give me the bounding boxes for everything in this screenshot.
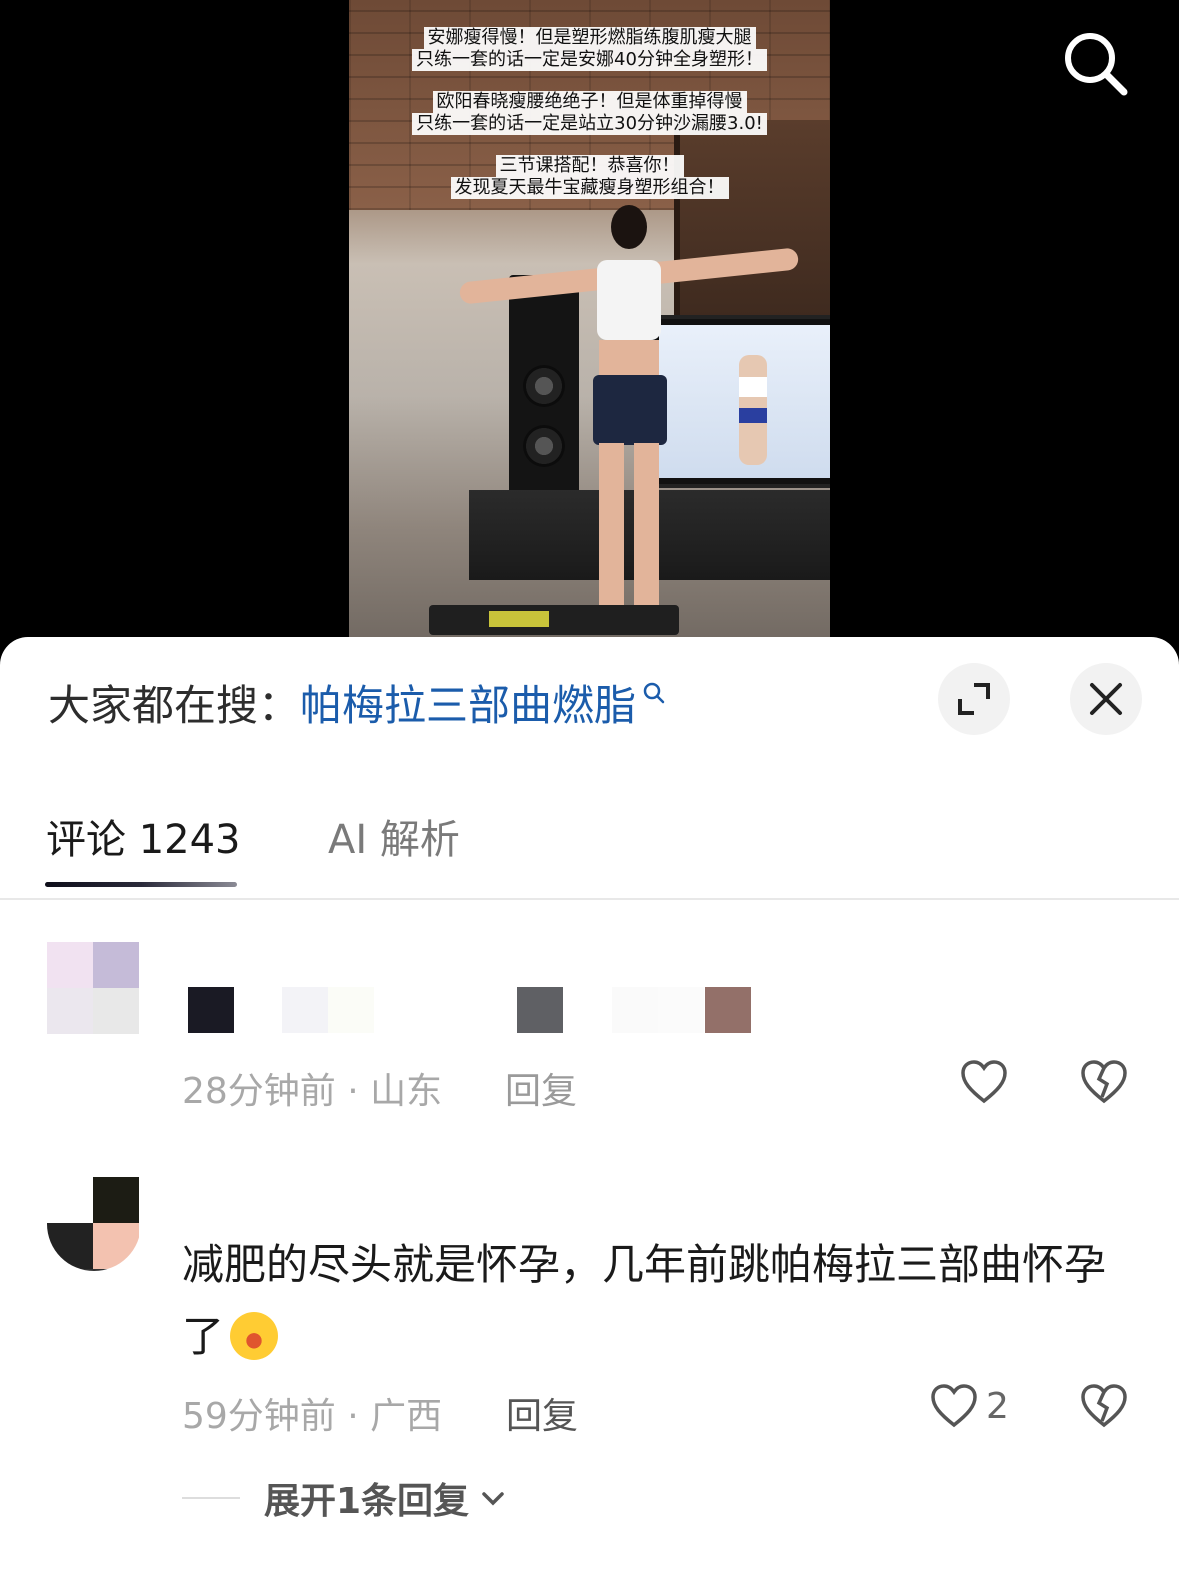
tv [649,315,830,488]
like-count: 2 [986,1385,1009,1427]
heart-icon [931,1384,977,1428]
speaker [509,275,579,515]
reply-button[interactable]: 回复 [506,1387,578,1439]
close-icon [1090,683,1122,715]
broken-heart-icon [1081,1060,1127,1104]
exercising-person [458,205,800,625]
hot-search-term[interactable]: 帕梅拉三部曲燃脂 [300,672,636,733]
reply-button[interactable]: 回复 [505,1062,577,1114]
expand-icon [958,683,990,715]
search-button[interactable] [1060,28,1130,98]
comment-meta: 59分钟前 · 广西 [182,1396,443,1437]
search-icon [1065,33,1128,96]
dislike-button[interactable] [1080,1383,1128,1433]
like-button[interactable]: 2 [930,1383,1009,1429]
chevron-down-icon [482,1492,504,1506]
active-tab-indicator [45,882,237,887]
avatar[interactable] [47,1177,141,1271]
comment-text: 减肥的尽头就是怀孕，几年前跳帕梅拉三部曲怀孕了 [182,1240,1107,1361]
video-caption-2: 只练一套的话一定是安娜40分钟全身塑形！ [349,49,830,71]
divider [182,1497,240,1499]
hot-search-prefix: 大家都在搜： [48,680,301,730]
heart-icon [961,1060,1007,1104]
expand-replies-button[interactable]: 展开1条回复 [182,1472,507,1524]
video-caption-4: 只练一套的话一定是站立30分钟沙漏腰3.0! [349,113,830,135]
dislike-button[interactable] [1080,1059,1128,1109]
video-caption-3: 欧阳春晓瘦腰绝绝子！但是体重掉得慢 [349,91,830,113]
tv-figure [739,355,767,465]
hot-search-bar[interactable]: 大家都在搜： 帕梅拉三部曲燃脂 [48,672,666,732]
video-caption-6: 发现夏天最牛宝藏瘦身塑形组合！ [349,177,830,199]
search-icon [643,682,665,704]
video-player[interactable]: 安娜瘦得慢！但是塑形燃脂练腹肌瘦大腿 只练一套的话一定是安娜40分钟全身塑形！ … [0,0,1179,660]
comment-sheet: 大家都在搜： 帕梅拉三部曲燃脂 评论 1243 AI 解析 28分钟前 · 山东… [0,637,1179,1595]
expand-button[interactable] [938,663,1010,735]
expand-replies-label: 展开1条回复 [264,1481,470,1522]
shelf [674,120,830,330]
avatar[interactable] [47,942,141,1036]
tab-comments[interactable]: 评论 1243 [46,807,241,865]
tab-ai-analysis[interactable]: AI 解析 [328,807,460,865]
like-button[interactable] [960,1059,1008,1105]
comment-tabs: 评论 1243 AI 解析 [0,777,1179,897]
yoga-mat [429,605,679,635]
close-button[interactable] [1070,663,1142,735]
video-caption-1: 安娜瘦得慢！但是塑形燃脂练腹肌瘦大腿 [349,27,830,49]
video-frame[interactable]: 安娜瘦得慢！但是塑形燃脂练腹肌瘦大腿 只练一套的话一定是安娜40分钟全身塑形！ … [349,0,830,660]
divider [0,898,1179,900]
comment-meta: 28分钟前 · 山东 [182,1071,443,1112]
laughing-crying-emoji-icon [230,1311,279,1360]
broken-heart-icon [1081,1384,1127,1428]
video-caption-5: 三节课搭配！恭喜你！ [349,155,830,177]
tv-screen [659,325,830,478]
